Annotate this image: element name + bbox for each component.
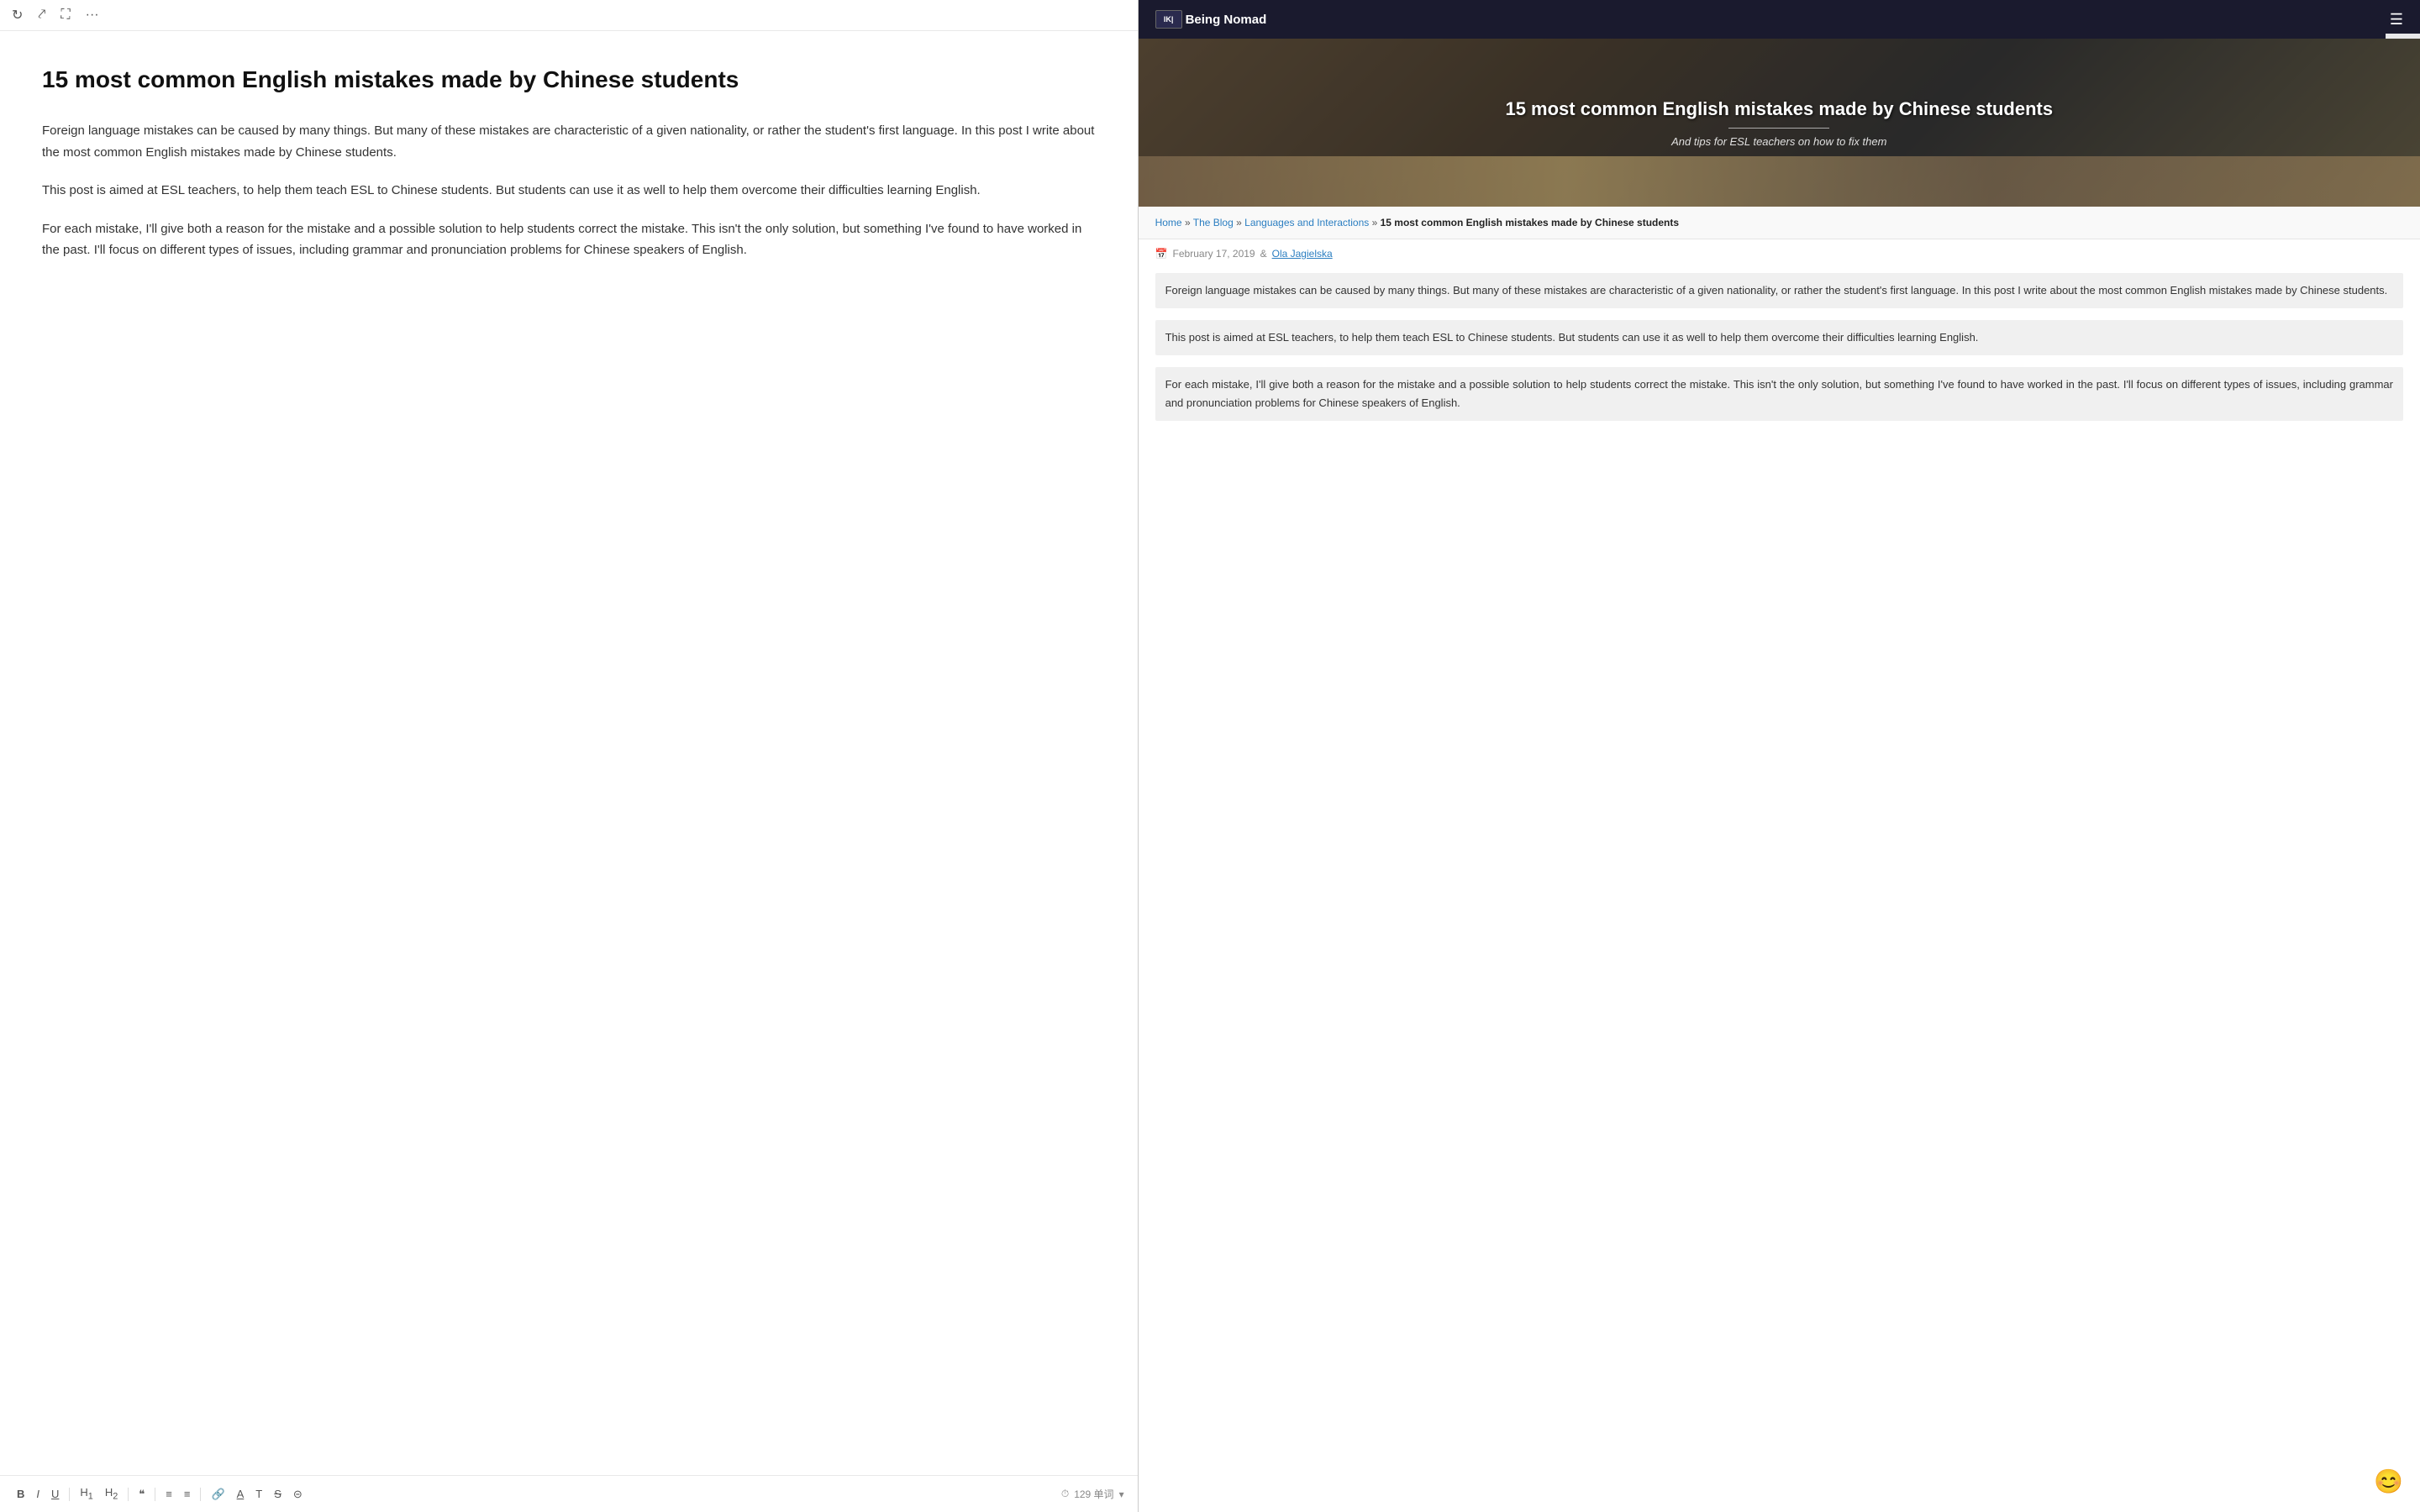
post-meta: 📅 February 17, 2019 & Ola Jagielska	[1139, 239, 2420, 268]
bold-button[interactable]: B	[13, 1486, 28, 1502]
breadcrumb-sep-2: »	[1236, 217, 1244, 228]
list-ul-button[interactable]: ≡	[162, 1486, 176, 1502]
underline2-button[interactable]: A	[234, 1486, 248, 1502]
typewriter-button[interactable]: T	[252, 1486, 266, 1502]
editor-toolbar-bottom: B I U H1 H2 ❝ ≡ ≡ 🔗 A T S ⊝ ⏱ 129 单词 ▾	[0, 1475, 1138, 1512]
post-author[interactable]: Ola Jagielska	[1272, 248, 1333, 260]
toolbar-separator-4	[200, 1488, 201, 1501]
content-paragraph-1: Foreign language mistakes can be caused …	[1155, 273, 2403, 308]
content-paragraph-3: For each mistake, I'll give both a reaso…	[1155, 367, 2403, 421]
link-button[interactable]: 🔗	[208, 1486, 228, 1503]
word-count-text[interactable]: 129 单词	[1074, 1487, 1113, 1501]
breadcrumb: Home » The Blog » Languages and Interact…	[1155, 217, 2403, 228]
editor-paragraph-3: For each mistake, I'll give both a reaso…	[42, 218, 1096, 261]
underline-button[interactable]: U	[48, 1486, 62, 1502]
editor-content-area[interactable]: 15 most common English mistakes made by …	[0, 31, 1138, 1512]
post-date: February 17, 2019	[1173, 248, 1255, 260]
calendar-icon: 📅	[1155, 248, 1168, 260]
hero-title: 15 most common English mistakes made by …	[1488, 97, 2070, 122]
quote-button[interactable]: ❝	[135, 1486, 148, 1503]
content-area: Foreign language mistakes can be caused …	[1139, 268, 2420, 466]
breadcrumb-bar: Home » The Blog » Languages and Interact…	[1139, 207, 2420, 239]
editor-title: 15 most common English mistakes made by …	[42, 65, 1096, 95]
expand-icon[interactable]: ⛶	[60, 8, 70, 23]
editor-toolbar-top: ↻ ⤤ ⛶ ···	[0, 0, 1138, 31]
editor-paragraph-1: Foreign language mistakes can be caused …	[42, 120, 1096, 163]
content-paragraph-2: This post is aimed at ESL teachers, to h…	[1155, 320, 2403, 355]
site-logo: IK| Being Nomad	[1155, 10, 1267, 29]
dropdown-icon[interactable]: ▾	[1119, 1488, 1124, 1500]
logo-text: Being Nomad	[1186, 13, 1267, 27]
editor-paragraph-2: This post is aimed at ESL teachers, to h…	[42, 180, 1096, 202]
emoji-reaction[interactable]: 😊	[2374, 1467, 2403, 1495]
site-navigation: IK| Being Nomad ☰	[1139, 0, 2420, 39]
heading1-button[interactable]: H1	[76, 1484, 96, 1504]
toolbar-separator-2	[128, 1488, 129, 1501]
author-separator: &	[1260, 248, 1267, 260]
breadcrumb-current: 15 most common English mistakes made by …	[1381, 217, 1679, 228]
breadcrumb-category[interactable]: Languages and Interactions	[1244, 217, 1369, 228]
italic-button[interactable]: I	[33, 1486, 43, 1502]
website-content: IK| Being Nomad ☰ 15 most common English…	[1139, 0, 2420, 1512]
hero-divider	[1728, 128, 1829, 129]
toolbar-separator-1	[69, 1488, 70, 1501]
hero-section: 15 most common English mistakes made by …	[1139, 39, 2420, 207]
word-count-area: ⏱ 129 单词 ▾	[1061, 1487, 1124, 1501]
strikethrough-button[interactable]: S	[271, 1486, 285, 1502]
heading2-button[interactable]: H2	[102, 1484, 121, 1504]
hero-subtitle: And tips for ESL teachers on how to fix …	[1671, 135, 1886, 148]
list-ol-button[interactable]: ≡	[181, 1486, 194, 1502]
breadcrumb-blog[interactable]: The Blog	[1193, 217, 1234, 228]
refresh-icon[interactable]: ↻	[12, 7, 23, 24]
breadcrumb-sep-1: »	[1185, 217, 1193, 228]
image-button[interactable]: ⊝	[290, 1486, 306, 1503]
breadcrumb-home[interactable]: Home	[1155, 217, 1182, 228]
hamburger-menu[interactable]: ☰	[2390, 11, 2403, 29]
logo-icon: IK|	[1155, 10, 1182, 29]
editor-panel: ↻ ⤤ ⛶ ··· 15 most common English mistake…	[0, 0, 1138, 1512]
browser-panel: ✓ </> ● IK| Being Nomad ☰ 15 most common…	[1138, 0, 2420, 1512]
clock-icon: ⏱	[1061, 1488, 1069, 1500]
share-icon[interactable]: ⤤	[38, 8, 45, 23]
hero-bg-detail	[1139, 156, 2420, 207]
breadcrumb-sep-3: »	[1372, 217, 1381, 228]
more-icon[interactable]: ···	[86, 8, 99, 23]
